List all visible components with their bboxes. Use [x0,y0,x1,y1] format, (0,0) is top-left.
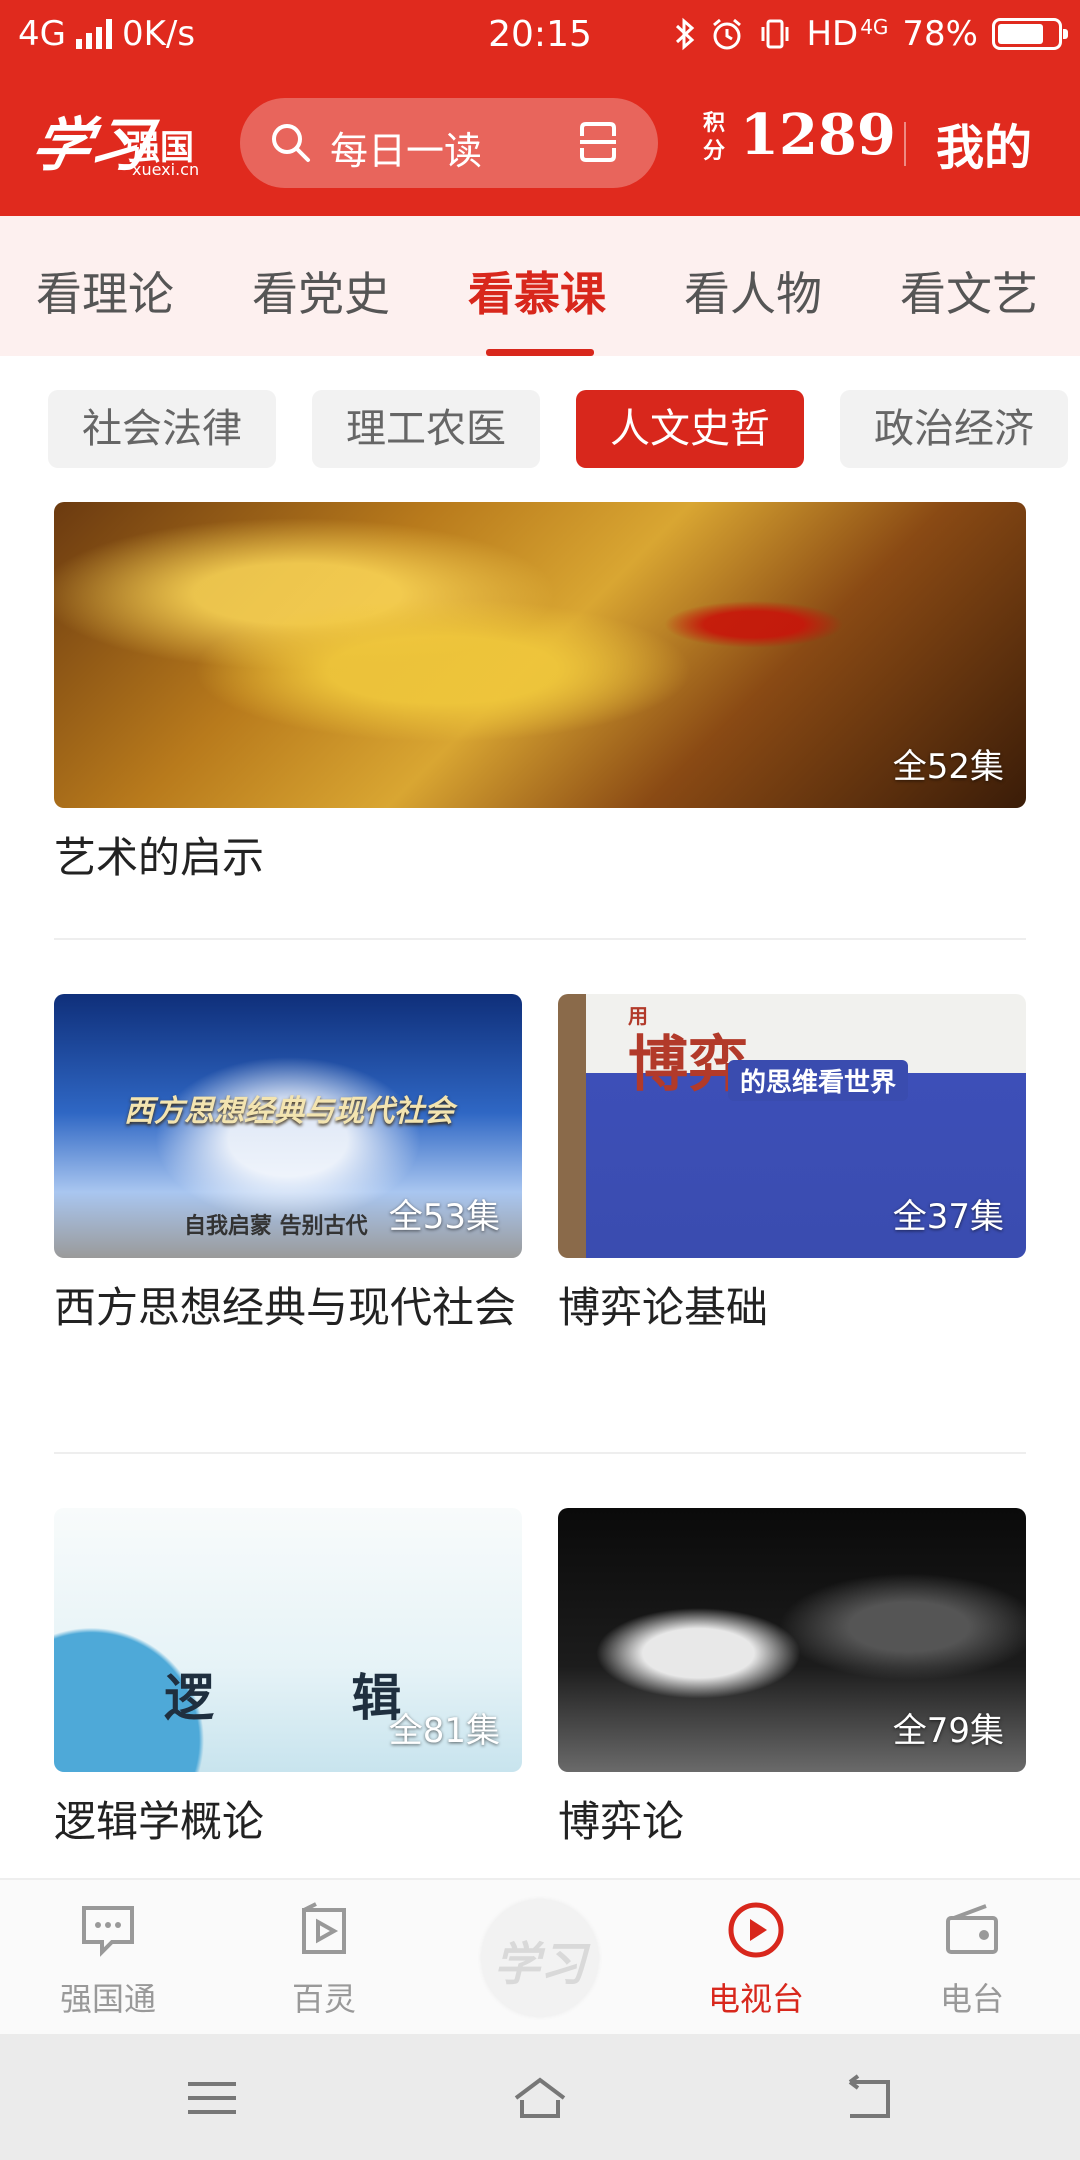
nav-label: 百灵 [291,1980,356,2018]
alarm-icon [713,18,742,50]
active-tab-indicator [486,349,594,356]
course-title[interactable]: 博弈论基础 [558,1276,768,1340]
search-bar[interactable]: 每日一读 [240,98,658,188]
course-title[interactable]: 逻辑学概论 [54,1790,264,1854]
filter-humanities[interactable]: 人文史哲 [576,390,804,468]
course-title[interactable]: 博弈论 [558,1790,684,1854]
course-title[interactable]: 艺术的启示 [54,826,264,890]
course-thumbnail-game-theory-basics[interactable]: 用 博弈 的思维看世界 全37集 [558,994,1026,1258]
episode-count: 全79集 [892,1711,1004,1751]
tab-party-history[interactable]: 看党史 [252,258,390,324]
xuexi-center-logo[interactable]: 学习 [482,1900,598,2016]
nav-tv-station[interactable]: 电视台 [648,1880,864,2036]
tab-mooc[interactable]: 看慕课 [468,258,606,324]
tab-arts[interactable]: 看文艺 [900,258,1038,324]
tab-figures[interactable]: 看人物 [684,258,822,324]
app-logo[interactable]: 学习 强国 xuexi.cn [26,98,204,188]
filter-politics-economics[interactable]: 政治经济 [840,390,1068,468]
points-value[interactable]: 1289 [740,102,896,168]
battery-fill [998,24,1043,44]
category-tabs: 看理论 看党史 看慕课 看人物 看文艺 [0,216,1080,356]
search-icon [272,124,310,162]
points-label: 积分 [702,111,725,164]
filter-science-medicine[interactable]: 理工农医 [312,390,540,468]
header-divider [904,122,906,166]
home-icon[interactable] [512,2074,568,2122]
thumbnail-overlay-title: 西方思想经典与现代社会 [124,1094,454,1129]
course-thumbnail-art[interactable]: 全52集 [54,502,1026,808]
episode-count: 全52集 [892,747,1004,787]
menu-icon[interactable] [184,2074,240,2122]
bluetooth-icon [676,17,695,51]
hd-network: 4G [860,15,889,39]
center-logo-text: 学习 [494,1937,586,1991]
battery-icon [992,18,1068,50]
nav-label: 电台 [939,1980,1004,2018]
divider [54,938,1026,940]
battery-percent: 78% [902,14,978,54]
episode-count: 全81集 [388,1711,500,1751]
scan-icon[interactable] [574,118,622,166]
logo-url: xuexi.cn [132,160,200,179]
nav-label: 电视台 [707,1980,804,2018]
thumbnail-overlay-subtitle: 的思维看世界 [728,1060,909,1101]
chat-icon [82,1906,134,1957]
status-right: HD 4G 78% [674,14,1068,54]
bottom-nav: 强国通 百灵 学习 电视台 电台 [0,1878,1080,2034]
filter-society-law[interactable]: 社会法律 [48,390,276,468]
vibrate-icon [761,19,789,49]
course-thumbnail-western-thought[interactable]: 西方思想经典与现代社会 自我启蒙 告别古代 全53集 [54,994,522,1258]
course-thumbnail-chess[interactable]: 全79集 [558,1508,1026,1772]
divider [54,1452,1026,1454]
nav-qiangguotong[interactable]: 强国通 [0,1880,216,2036]
course-title[interactable]: 西方思想经典与现代社会 [54,1276,524,1340]
mine-button[interactable]: 我的 [936,108,1032,178]
radio-icon [946,1904,998,1954]
course-thumbnail-logic[interactable]: 逻 辑 全81集 [54,1508,522,1772]
status-bar: 4G 0K/s 20:15 HD 4G 78% [0,0,1080,72]
nav-bailing[interactable]: 百灵 [216,1880,432,2036]
play-circle-icon [728,1902,784,1958]
thumbnail-overlay-subtitle: 自我启蒙 告别古代 [184,1213,368,1239]
nav-label: 强国通 [59,1980,156,2018]
search-placeholder: 每日一读 [330,129,483,173]
hd-label: HD [806,14,859,54]
back-icon[interactable] [840,2074,896,2122]
episode-count: 全37集 [892,1197,1004,1237]
video-bubble-icon [302,1902,346,1954]
nav-radio[interactable]: 电台 [864,1880,1080,2036]
system-nav-bar [0,2034,1080,2160]
tab-theory[interactable]: 看理论 [36,258,174,324]
app-header: 学习 强国 xuexi.cn 每日一读 积分 1289 我的 [0,72,1080,216]
episode-count: 全53集 [388,1197,500,1237]
